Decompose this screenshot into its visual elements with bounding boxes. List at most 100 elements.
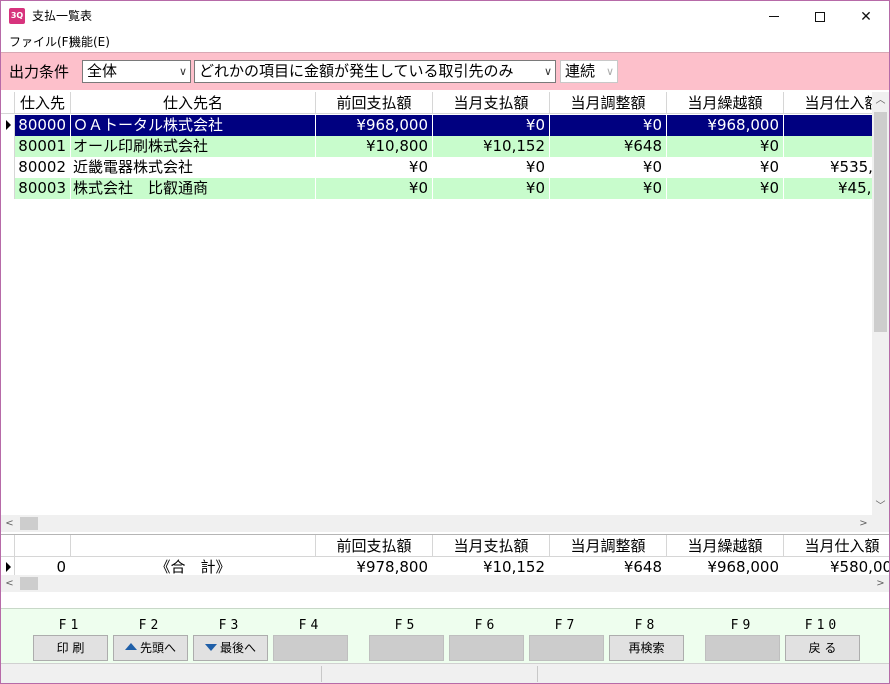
grid-vertical-scrollbar[interactable]: ︿ ﹀ (872, 92, 889, 515)
vertical-scroll-thumb[interactable] (874, 112, 887, 332)
scroll-right-icon[interactable]: > (872, 575, 889, 592)
fkey-label-f2: F2 (138, 618, 163, 633)
totals-header-purchase: 当月仕入額 (784, 535, 889, 557)
cell-month-paid: ¥0 (433, 178, 550, 199)
grid-horizontal-scrollbar[interactable]: < > (1, 515, 872, 532)
table-row[interactable]: 80001 オール印刷株式会社 ¥10,800 ¥10,152 ¥648 ¥0 (1, 136, 872, 157)
chevron-down-icon: ∨ (543, 65, 552, 78)
totals-prev-paid: ¥978,800 (316, 557, 433, 577)
filter-label: 出力条件 (9, 63, 70, 81)
header-marker-cell (1, 92, 15, 114)
header-purchase[interactable]: 当月仕入額 (784, 92, 872, 114)
fkey-label-f9: F9 (730, 618, 755, 633)
table-row[interactable]: 80000 ＯＡトータル株式会社 ¥968,000 ¥0 ¥0 ¥968,000 (1, 115, 872, 136)
cell-carry: ¥0 (667, 136, 784, 157)
condition-select-value: どれかの項目に金額が発生している取引先のみ (199, 62, 514, 80)
fkey-label-f10: F10 (804, 618, 841, 633)
header-month-paid[interactable]: 当月支払額 (433, 92, 550, 114)
cell-prev-paid: ¥0 (316, 157, 433, 178)
fkey-label-f1: F1 (58, 618, 83, 633)
horizontal-scroll-thumb[interactable] (20, 577, 38, 590)
print-button[interactable]: 印 刷 (33, 635, 108, 661)
research-button-label: 再検索 (628, 641, 665, 655)
status-divider (537, 666, 538, 682)
cell-purchase (784, 115, 872, 136)
totals-header-prev-paid: 前回支払額 (316, 535, 433, 557)
mode-select-value: 連続 (565, 62, 596, 80)
header-code[interactable]: 仕入先 (15, 92, 71, 114)
cell-month-paid: ¥0 (433, 115, 550, 136)
totals-adjust: ¥648 (550, 557, 667, 577)
f5-button[interactable] (369, 635, 444, 661)
grid-header: 仕入先 仕入先名 前回支払額 当月支払額 当月調整額 当月繰越額 当月仕入額 (1, 92, 872, 114)
menu-function[interactable]: 機能(E) (69, 35, 110, 50)
scroll-right-icon[interactable]: > (855, 515, 872, 532)
filter-bar: 出力条件 全体 ∨ どれかの項目に金額が発生している取引先のみ ∨ 連続 ∨ (1, 52, 889, 90)
scroll-up-icon[interactable]: ︿ (872, 92, 889, 109)
header-name[interactable]: 仕入先名 (71, 92, 316, 114)
scroll-left-icon[interactable]: < (1, 575, 18, 592)
cell-code: 80001 (15, 136, 71, 157)
f9-button[interactable] (705, 635, 780, 661)
close-button[interactable]: ✕ (843, 1, 889, 32)
maximize-icon (815, 11, 825, 22)
fkey-label-f5: F5 (394, 618, 419, 633)
f7-button[interactable] (529, 635, 604, 661)
header-prev-paid[interactable]: 前回支払額 (316, 92, 433, 114)
scroll-left-icon[interactable]: < (1, 515, 18, 532)
totals-grid[interactable]: 前回支払額 当月支払額 当月調整額 当月繰越額 当月仕入額 0 《合 計》 ¥9… (1, 534, 889, 577)
header-adjust[interactable]: 当月調整額 (550, 92, 667, 114)
status-bar (1, 663, 889, 683)
cell-name: オール印刷株式会社 (71, 136, 316, 157)
header-carry[interactable]: 当月繰越額 (667, 92, 784, 114)
row-marker (1, 178, 15, 199)
maximize-button[interactable] (797, 1, 843, 32)
condition-select[interactable]: どれかの項目に金額が発生している取引先のみ ∨ (194, 60, 556, 83)
scrollbar-corner (872, 515, 889, 532)
cell-purchase: ¥535, (784, 157, 872, 178)
header-blank (15, 535, 71, 557)
menu-file[interactable]: ファイル(F) (9, 35, 73, 50)
cell-purchase (784, 136, 872, 157)
totals-header-month-paid: 当月支払額 (433, 535, 550, 557)
scope-select[interactable]: 全体 ∨ (82, 60, 191, 83)
cell-adjust: ¥648 (550, 136, 667, 157)
cell-carry: ¥968,000 (667, 115, 784, 136)
supplier-payment-grid[interactable]: 仕入先 仕入先名 前回支払額 当月支払額 当月調整額 当月繰越額 当月仕入額 8… (1, 92, 872, 515)
table-row[interactable]: 80003 株式会社 比叡通商 ¥0 ¥0 ¥0 ¥0 ¥45, (1, 178, 872, 199)
cell-adjust: ¥0 (550, 178, 667, 199)
title-bar: 3Q 支払一覧表 ✕ (1, 1, 889, 32)
research-button[interactable]: 再検索 (609, 635, 684, 661)
row-marker (1, 115, 15, 136)
horizontal-scroll-thumb[interactable] (20, 517, 38, 530)
cell-adjust: ¥0 (550, 157, 667, 178)
header-blank (71, 535, 316, 557)
go-last-button[interactable]: 最後へ (193, 635, 268, 661)
totals-row[interactable]: 0 《合 計》 ¥978,800 ¥10,152 ¥648 ¥968,000 ¥… (1, 557, 889, 577)
fkey-label-f3: F3 (218, 618, 243, 633)
totals-month-paid: ¥10,152 (433, 557, 550, 577)
totals-horizontal-scrollbar[interactable]: < > (1, 575, 889, 592)
mode-select[interactable]: 連続 ∨ (560, 60, 618, 83)
fkey-label-f8: F8 (634, 618, 659, 633)
back-button[interactable]: 戻 る (785, 635, 860, 661)
go-first-button[interactable]: 先頭へ (113, 635, 188, 661)
row-marker (1, 157, 15, 178)
status-divider (321, 666, 322, 682)
table-row[interactable]: 80002 近畿電器株式会社 ¥0 ¥0 ¥0 ¥0 ¥535, (1, 157, 872, 178)
scroll-down-icon[interactable]: ﹀ (872, 498, 889, 515)
function-key-panel: F1 F2 F3 F4 F5 F6 F7 F8 F9 F10 印 刷 先頭へ 最… (1, 608, 889, 663)
f6-button[interactable] (449, 635, 524, 661)
cell-carry: ¥0 (667, 157, 784, 178)
print-button-label: 印 刷 (56, 641, 85, 655)
app-icon: 3Q (9, 8, 25, 24)
minimize-icon (769, 16, 779, 17)
current-row-icon (6, 562, 11, 572)
totals-carry: ¥968,000 (667, 557, 784, 577)
chevron-down-icon: ∨ (605, 65, 614, 78)
cell-name: ＯＡトータル株式会社 (71, 115, 316, 136)
go-last-button-label: 最後へ (219, 641, 256, 655)
f4-button[interactable] (273, 635, 348, 661)
cell-month-paid: ¥10,152 (433, 136, 550, 157)
minimize-button[interactable] (751, 1, 797, 32)
